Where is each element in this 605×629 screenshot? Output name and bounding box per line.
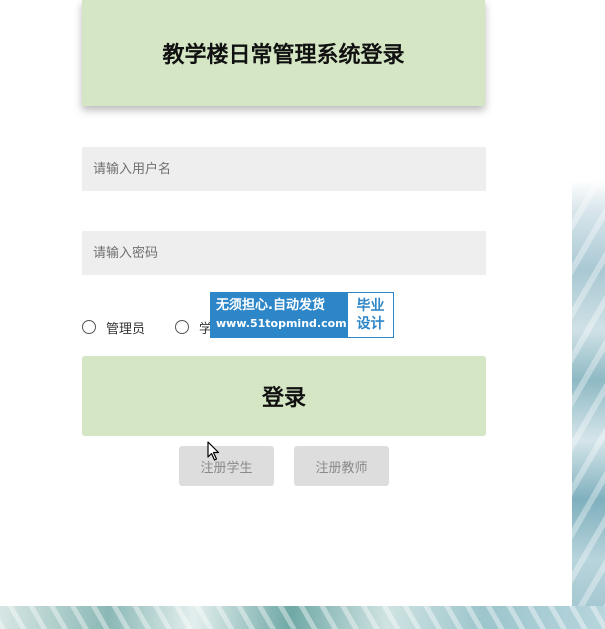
radio-circle-icon[interactable] [82,320,96,334]
page-title: 教学楼日常管理系统登录 [162,43,405,68]
watermark-label-block: 毕业 设计 [348,293,393,337]
username-input[interactable] [82,147,486,191]
watermark-text-block: 无须担心.自动发货 www.51topmind.com [211,293,348,337]
radio-circle-icon[interactable] [175,320,190,334]
login-panel: 教学楼日常管理系统登录 管理员 学 登录 注册学生 注册教师 无须担心.自动发货… [0,0,572,606]
role-option-student[interactable]: 学 [175,318,212,337]
watermark-url: www.51topmind.com [216,317,347,330]
watermark-slogan: 无须担心.自动发货 [216,298,325,313]
background-image-bottom [0,606,605,629]
watermark-label-bottom: 设计 [356,316,385,332]
background-image-right [572,0,605,629]
role-option-admin[interactable]: 管理员 [82,318,145,337]
role-label-admin: 管理员 [106,321,146,337]
register-teacher-button[interactable]: 注册教师 [294,446,389,486]
watermark-badge: 无须担心.自动发货 www.51topmind.com 毕业 设计 [210,292,394,338]
login-button[interactable]: 登录 [82,356,486,436]
title-banner: 教学楼日常管理系统登录 [82,0,485,106]
password-input[interactable] [82,231,486,275]
register-student-button[interactable]: 注册学生 [179,446,274,486]
watermark-label-top: 毕业 [356,298,385,314]
mouse-pointer-icon [207,441,220,461]
